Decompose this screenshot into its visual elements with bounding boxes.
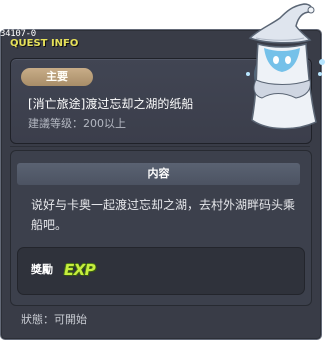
wizard-npc-icon [246,3,325,130]
quest-category-badge: 主要 [21,68,93,86]
quest-description: 说好与卡奥一起渡过忘却之湖，去村外湖畔码头乘船吧。 [31,198,296,232]
reward-label: 獎勵 [31,263,53,276]
quest-recommended-level: 建議等级：200以上 [28,117,126,130]
quest-name: [消亡旅途]渡过忘却之湖的纸船 [28,97,194,111]
exp-icon: EXP [64,261,96,279]
content-header: 内容 [17,163,300,185]
quest-status: 狀態：可開始 [21,313,87,326]
window-title: QUEST INFO [10,38,79,49]
reward-box [17,247,305,295]
